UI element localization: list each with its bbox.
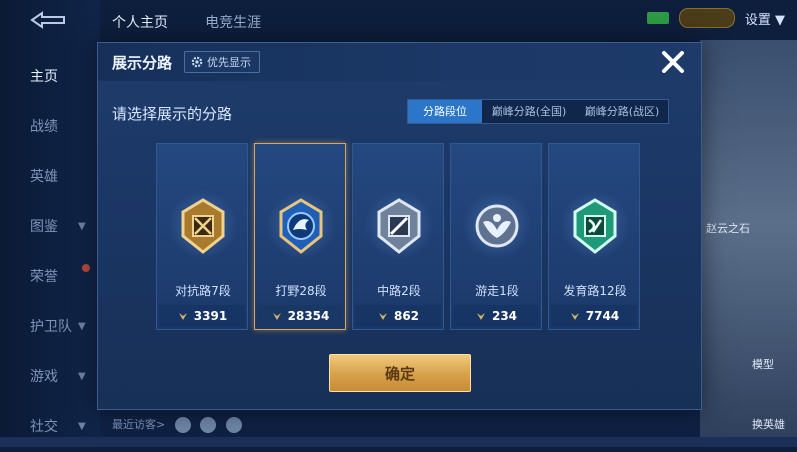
lane-card-label: 游走1段 — [475, 284, 519, 298]
lane-card-label: 发育路12段 — [563, 284, 627, 298]
lane-card-roam[interactable]: 游走1段 234 — [450, 143, 542, 330]
power-icon — [476, 313, 485, 320]
change-hero-label[interactable]: 换英雄 — [752, 416, 785, 432]
side-nav-label: 游戏 — [30, 369, 58, 385]
staff-emblem-icon — [377, 198, 421, 254]
power-bar: 234 — [453, 305, 539, 327]
power-bar: 7744 — [551, 305, 637, 327]
side-nav-label: 战绩 — [30, 119, 58, 135]
close-icon[interactable] — [658, 47, 688, 77]
side-nav-label: 荣誉 — [30, 269, 58, 285]
avatar[interactable] — [200, 417, 217, 433]
notification-dot — [82, 264, 90, 272]
side-nav-label: 图鉴 — [30, 219, 58, 235]
lane-card-label: 打野28段 — [275, 284, 327, 298]
bow-emblem-icon — [573, 198, 617, 254]
side-nav-label: 主页 — [30, 69, 58, 85]
side-nav-item-honor[interactable]: 荣誉 — [0, 252, 100, 302]
back-icon[interactable] — [26, 10, 70, 30]
lane-card-farm[interactable]: 发育路12段 7744 — [548, 143, 640, 330]
power-icon — [178, 313, 187, 320]
settings-label: 设置 — [744, 12, 771, 28]
hero-stone-label[interactable]: 赵云之石 — [706, 220, 750, 236]
top-right-status: 设置 ▼ — [646, 8, 785, 28]
avatar[interactable] — [225, 417, 242, 433]
priority-display-button[interactable]: 优先显示 — [184, 51, 260, 73]
side-nav-label: 英雄 — [30, 169, 58, 185]
side-nav-label: 护卫队 — [30, 319, 72, 335]
confirm-button[interactable]: 确定 — [329, 354, 471, 392]
settings-button[interactable]: 设置 ▼ — [745, 9, 785, 28]
wing-emblem-icon — [475, 204, 519, 248]
dialog-subtitle: 请选择展示的分路 — [112, 105, 233, 123]
chevron-down-icon: ▼ — [78, 321, 86, 332]
power-value: 3391 — [193, 309, 228, 323]
lane-card-jungle[interactable]: 打野28段 28354 — [254, 143, 346, 330]
tab-peak-region[interactable]: 巅峰分路(战区) — [576, 100, 668, 123]
tab-profile[interactable]: 个人主页 — [112, 12, 168, 32]
lane-card-mid[interactable]: 中路2段 862 — [352, 143, 444, 330]
dragon-emblem-icon — [279, 198, 323, 254]
lane-display-dialog: 展示分路 优先显示 请选择展示的分路 分路段位 巅峰分路(全国) 巅峰分路(战区… — [97, 42, 702, 410]
tab-esports[interactable]: 电竞生涯 — [205, 12, 261, 32]
side-nav-item-guard[interactable]: 护卫队 ▼ — [0, 302, 100, 352]
model-label[interactable]: 模型 — [752, 356, 774, 372]
power-value: 28354 — [287, 309, 330, 323]
chevron-down-icon: ▼ — [78, 371, 86, 382]
power-icon — [570, 313, 579, 320]
chevron-down-icon: ▼ — [78, 221, 86, 232]
recent-visitors[interactable]: 最近访客> — [112, 416, 242, 433]
lane-card-top[interactable]: 对抗路7段 3391 — [156, 143, 248, 330]
side-nav-item-home[interactable]: 主页 — [0, 52, 100, 102]
lane-type-tabs: 分路段位 巅峰分路(全国) 巅峰分路(战区) — [407, 99, 669, 124]
hero-portrait — [700, 40, 797, 447]
power-icon — [272, 313, 281, 320]
power-icon — [378, 313, 387, 320]
dialog-title: 展示分路 — [112, 54, 173, 72]
top-tabs: 个人主页 电竞生涯 — [112, 12, 293, 32]
gear-icon — [191, 56, 203, 68]
currency-badge[interactable] — [678, 8, 735, 28]
tab-peak-national[interactable]: 巅峰分路(全国) — [482, 100, 576, 123]
side-nav-label: 社交 — [30, 419, 58, 435]
power-bar: 3391 — [159, 305, 245, 327]
power-value: 7744 — [585, 309, 620, 323]
side-nav-item-heroes[interactable]: 英雄 — [0, 152, 100, 202]
priority-display-label: 优先显示 — [207, 56, 251, 69]
power-value: 234 — [491, 309, 518, 323]
side-nav-item-gallery[interactable]: 图鉴 ▼ — [0, 202, 100, 252]
tab-lane-rank[interactable]: 分路段位 — [408, 100, 482, 123]
power-value: 862 — [393, 309, 420, 323]
sword-emblem-icon — [181, 198, 225, 254]
lane-card-label: 对抗路7段 — [175, 284, 231, 298]
side-nav: 主页 战绩 英雄 图鉴 ▼ 荣誉 护卫队 ▼ 游戏 ▼ 社交 ▼ — [0, 52, 100, 452]
network-icon — [646, 12, 669, 24]
lane-card-label: 中路2段 — [377, 284, 421, 298]
power-bar: 862 — [355, 305, 441, 327]
recent-visitors-label: 最近访客> — [112, 418, 166, 431]
avatar[interactable] — [174, 417, 191, 433]
side-nav-item-games[interactable]: 游戏 ▼ — [0, 352, 100, 402]
power-bar: 28354 — [257, 305, 343, 327]
bottom-strip — [0, 437, 797, 447]
side-nav-item-record[interactable]: 战绩 — [0, 102, 100, 152]
